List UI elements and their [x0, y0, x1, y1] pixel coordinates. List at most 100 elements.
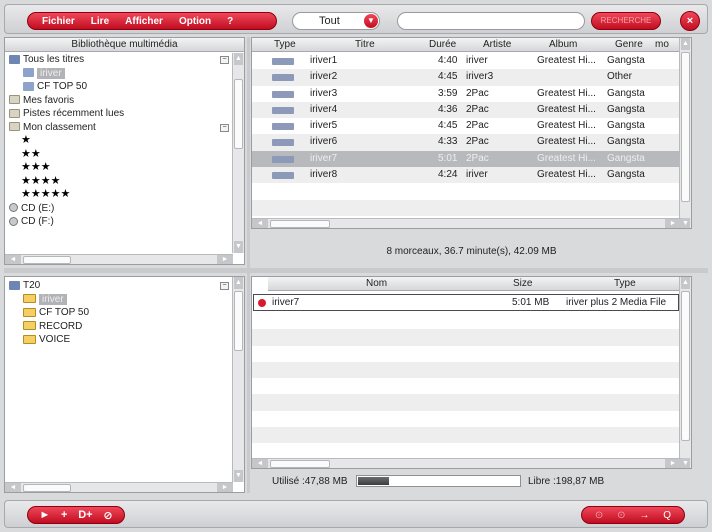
scroll-thumb[interactable]: [270, 220, 330, 228]
tree-item-rating-2[interactable]: ★★: [5, 148, 233, 162]
col-name[interactable]: Nom: [366, 278, 387, 289]
menu-lire[interactable]: Lire: [91, 16, 109, 27]
tree-item-favorites[interactable]: Mes favoris: [5, 94, 233, 108]
tree-item-ranking[interactable]: Mon classement −: [5, 121, 233, 135]
play-icon[interactable]: ►: [39, 509, 50, 521]
search-input[interactable]: [397, 12, 585, 30]
device-hscroll[interactable]: ◄ ►: [5, 482, 233, 492]
action-buttons: ► + D+ ⊘: [27, 506, 125, 524]
scroll-thumb[interactable]: [23, 484, 71, 492]
scroll-up-icon[interactable]: ▲: [234, 277, 243, 289]
table-row[interactable]: iriver8 4:24 iriver Greatest Hi... Gangsta: [252, 167, 680, 184]
collapse-icon[interactable]: −: [220, 282, 229, 290]
device-item-iriver[interactable]: iriver: [5, 293, 233, 307]
table-row[interactable]: iriver2 4:45 iriver3 Other: [252, 69, 680, 86]
add-file-icon[interactable]: D+: [78, 509, 92, 521]
close-icon[interactable]: ×: [680, 11, 700, 31]
scroll-thumb[interactable]: [270, 460, 330, 468]
filter-select[interactable]: Tout ▼: [292, 12, 380, 30]
scroll-up-icon[interactable]: ▲: [234, 53, 243, 65]
disc-icon[interactable]: ⊙: [595, 510, 603, 521]
tree-item-rating-1[interactable]: ★: [5, 134, 233, 148]
scroll-thumb[interactable]: [234, 79, 243, 149]
scroll-right-icon[interactable]: ►: [217, 255, 233, 264]
collapse-icon[interactable]: −: [220, 123, 229, 132]
scroll-down-icon[interactable]: ▼: [234, 470, 243, 482]
scroll-left-icon[interactable]: ◄: [5, 255, 21, 264]
scroll-right-icon[interactable]: ►: [217, 483, 233, 492]
col-album[interactable]: Album: [549, 39, 577, 50]
scroll-right-icon[interactable]: ►: [665, 459, 681, 468]
table-row[interactable]: iriver4 4:36 2Pac Greatest Hi... Gangsta: [252, 101, 680, 119]
col-duration[interactable]: Durée: [429, 39, 456, 50]
cell-artist: 2Pac: [466, 152, 489, 164]
device-item-record[interactable]: RECORD: [5, 320, 233, 334]
scroll-thumb[interactable]: [681, 291, 690, 441]
transfer-arrow-icon[interactable]: →: [639, 510, 649, 521]
col-title[interactable]: Titre: [355, 39, 375, 50]
tree-item-recent[interactable]: Pistes récemment lues: [5, 107, 233, 121]
search-button[interactable]: RECHERCHE: [591, 12, 661, 30]
menu-fichier[interactable]: Fichier: [42, 16, 75, 27]
device-item-t20[interactable]: T20−: [5, 279, 233, 293]
col-size[interactable]: Size: [513, 278, 532, 289]
device-vscroll[interactable]: ▲ ▼: [232, 277, 244, 482]
cd-icon: [9, 203, 18, 213]
scroll-down-icon[interactable]: ▼: [234, 241, 243, 253]
tree-item-iriver[interactable]: iriver: [5, 67, 233, 81]
scroll-thumb[interactable]: [234, 291, 243, 351]
vertical-splitter[interactable]: [247, 37, 250, 493]
scroll-left-icon[interactable]: ◄: [252, 459, 268, 468]
tree-item-rating-4[interactable]: ★★★★: [5, 175, 233, 189]
scroll-up-icon[interactable]: ▲: [681, 277, 690, 289]
scroll-down-icon[interactable]: ▼: [681, 458, 690, 468]
device-item-voice[interactable]: VOICE: [5, 333, 233, 347]
tracks-vscroll[interactable]: ▲ ▼: [679, 38, 691, 228]
device-panel: T20− iriver CF TOP 50 RECORD VOICE ▲ ▼ ◄…: [4, 276, 245, 493]
scroll-thumb[interactable]: [23, 256, 71, 264]
col-type[interactable]: Type: [274, 39, 296, 50]
scroll-left-icon[interactable]: ◄: [5, 483, 21, 492]
cell-size: 5:01 MB: [512, 297, 550, 308]
tree-item-rating-3[interactable]: ★★★: [5, 161, 233, 175]
tree-item-cd-f[interactable]: CD (F:): [5, 215, 233, 229]
collapse-icon[interactable]: −: [220, 56, 229, 64]
device-files-vscroll[interactable]: ▲ ▼: [679, 277, 691, 468]
delete-icon[interactable]: ⊘: [103, 509, 112, 522]
table-row[interactable]: iriver7 5:01 MB iriver plus 2 Media File: [253, 294, 679, 311]
scroll-up-icon[interactable]: ▲: [681, 38, 690, 50]
horizontal-splitter[interactable]: [4, 268, 708, 273]
tree-item-cf-top-50[interactable]: CF TOP 50: [5, 80, 233, 94]
library-vscroll[interactable]: ▲ ▼: [232, 53, 244, 253]
col-more[interactable]: mo: [655, 39, 669, 50]
scroll-right-icon[interactable]: ►: [665, 219, 681, 228]
table-row[interactable]: iriver3 3:59 2Pac Greatest Hi... Gangsta: [252, 86, 680, 102]
disc-icon[interactable]: ⊙: [617, 510, 625, 521]
scroll-thumb[interactable]: [681, 52, 690, 202]
tree-item-cd-e[interactable]: CD (E:): [5, 202, 233, 216]
scroll-left-icon[interactable]: ◄: [252, 219, 268, 228]
tracks-hscroll[interactable]: ◄ ►: [252, 218, 681, 228]
menu-help[interactable]: ?: [227, 16, 233, 27]
table-row[interactable]: iriver7 5:01 2Pac Greatest Hi... Gangsta: [252, 150, 680, 168]
tree-item-all-tracks[interactable]: Tous les titres −: [5, 53, 233, 67]
scroll-down-icon[interactable]: ▼: [681, 218, 690, 228]
device-item-cf-top-50[interactable]: CF TOP 50: [5, 306, 233, 320]
col-artist[interactable]: Artiste: [483, 39, 511, 50]
menu-option[interactable]: Option: [179, 16, 211, 27]
chevron-down-icon[interactable]: ▼: [364, 14, 378, 28]
table-row[interactable]: iriver5 4:45 2Pac Greatest Hi... Gangsta: [252, 118, 680, 134]
device-files-hscroll[interactable]: ◄ ►: [252, 458, 681, 468]
folder-icon: [23, 307, 36, 317]
folder-icon: [23, 294, 36, 304]
menu-afficher[interactable]: Afficher: [125, 16, 163, 27]
col-genre[interactable]: Genre: [615, 39, 643, 50]
tree-item-rating-5[interactable]: ★★★★★: [5, 188, 233, 202]
table-row[interactable]: iriver1 4:40 iriver Greatest Hi... Gangsta: [252, 53, 680, 69]
search-icon[interactable]: Q: [663, 510, 671, 521]
table-row[interactable]: iriver6 4:33 2Pac Greatest Hi... Gangsta: [252, 134, 680, 151]
cell-album: Greatest Hi...: [537, 136, 596, 148]
col-filetype[interactable]: Type: [614, 278, 636, 289]
add-icon[interactable]: +: [61, 509, 67, 521]
library-hscroll[interactable]: ◄ ►: [5, 254, 233, 264]
